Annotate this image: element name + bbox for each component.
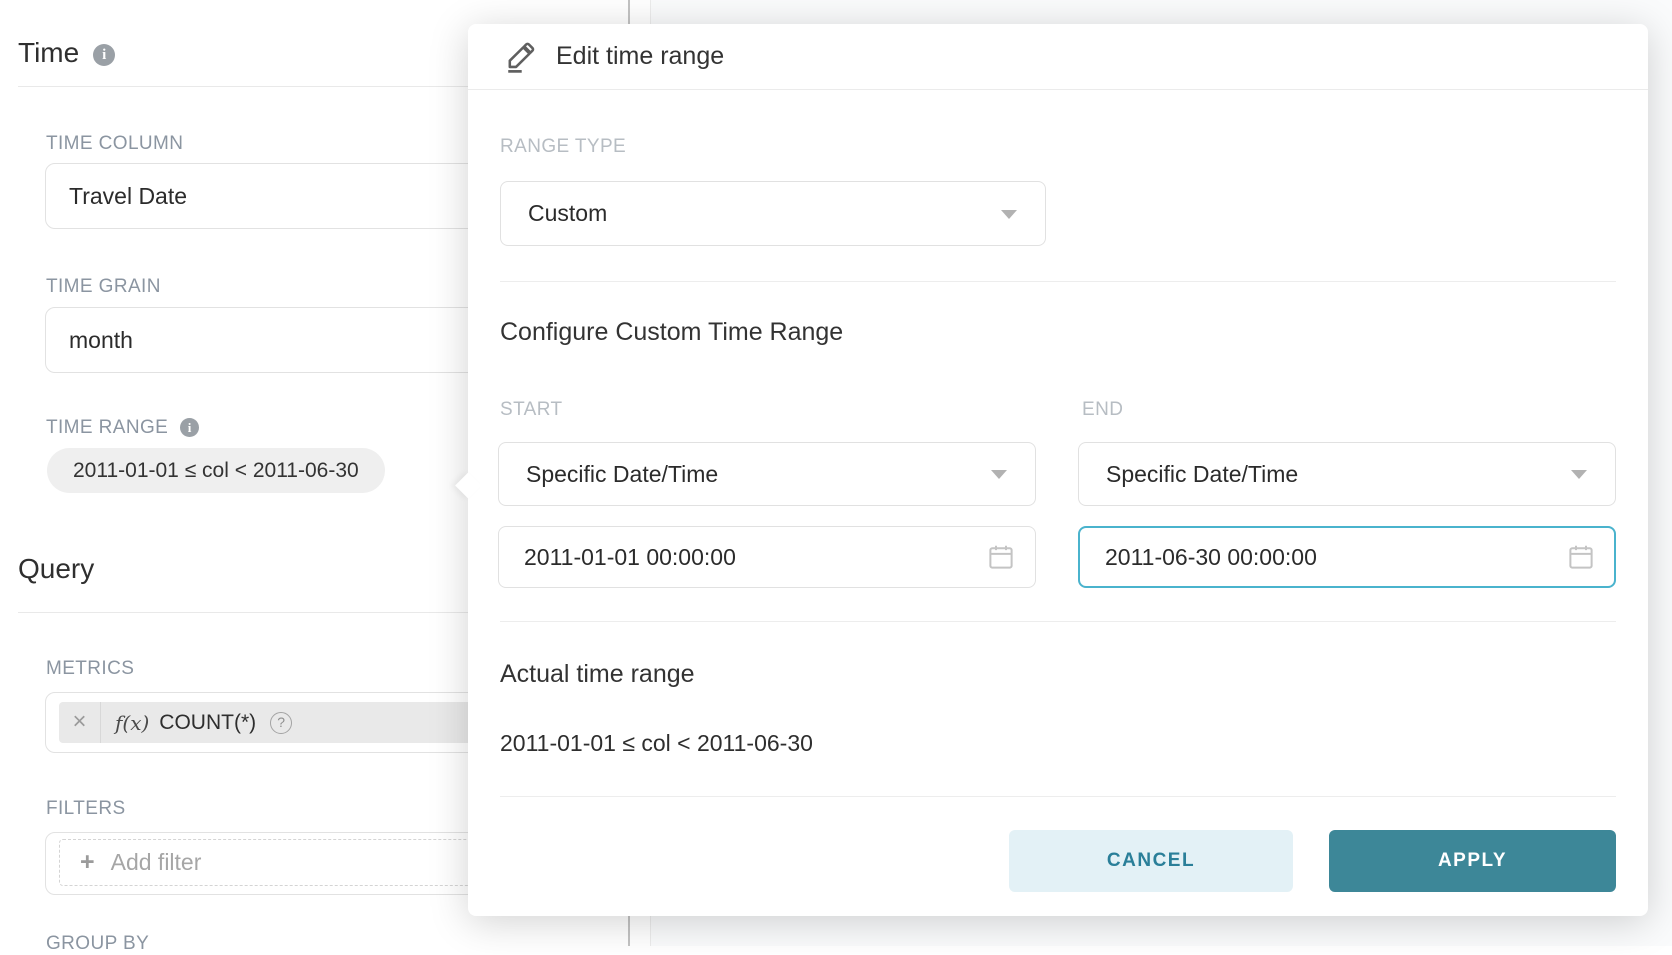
query-section-title: Query <box>18 553 94 585</box>
range-type-value: Custom <box>528 200 607 227</box>
chevron-down-icon <box>1571 470 1587 479</box>
end-type-select[interactable]: Specific Date/Time <box>1078 442 1616 506</box>
time-range-label-text: TIME RANGE <box>46 417 168 438</box>
configure-heading: Configure Custom Time Range <box>500 318 843 347</box>
help-icon[interactable]: ? <box>270 712 292 734</box>
actual-time-range-heading: Actual time range <box>500 660 695 689</box>
metric-name: COUNT(*) <box>159 711 256 735</box>
start-label: START <box>500 399 563 421</box>
cancel-button[interactable]: CANCEL <box>1009 830 1293 892</box>
chevron-down-icon <box>1001 210 1017 219</box>
popover-arrow <box>455 472 482 499</box>
time-range-pill-value: 2011-01-01 ≤ col < 2011-06-30 <box>73 459 359 483</box>
group-by-label: GROUP BY <box>46 933 149 955</box>
popover-header: Edit time range <box>468 24 1648 90</box>
end-datetime-field <box>1078 526 1616 588</box>
start-type-select[interactable]: Specific Date/Time <box>498 442 1036 506</box>
divider <box>500 281 1616 282</box>
filters-label: FILTERS <box>46 798 126 820</box>
info-icon[interactable]: i <box>93 44 115 66</box>
end-datetime-input[interactable] <box>1078 526 1616 588</box>
plus-icon: + <box>80 848 95 877</box>
start-datetime-field <box>498 526 1036 588</box>
end-label: END <box>1082 399 1123 421</box>
metrics-label: METRICS <box>46 658 134 680</box>
remove-metric-icon[interactable]: × <box>59 702 101 743</box>
edit-pencil-icon <box>504 40 538 74</box>
divider <box>500 621 1616 622</box>
start-datetime-input[interactable] <box>498 526 1036 588</box>
time-section-label: Time <box>18 37 79 68</box>
function-icon: f(x) <box>115 711 149 735</box>
divider <box>500 796 1616 797</box>
time-column-label: TIME COLUMN <box>46 133 183 155</box>
time-range-pill[interactable]: 2011-01-01 ≤ col < 2011-06-30 <box>47 448 385 493</box>
chevron-down-icon <box>991 470 1007 479</box>
time-column-value: Travel Date <box>69 183 187 210</box>
end-type-value: Specific Date/Time <box>1106 461 1298 488</box>
time-section-title: Timei <box>18 37 115 69</box>
range-type-label: RANGE TYPE <box>500 136 626 158</box>
edit-time-range-popover: Edit time range RANGE TYPE Custom Config… <box>468 24 1648 916</box>
range-type-select[interactable]: Custom <box>500 181 1046 246</box>
add-filter-label: Add filter <box>111 849 202 876</box>
time-grain-label: TIME GRAIN <box>46 276 161 298</box>
apply-button[interactable]: APPLY <box>1329 830 1616 892</box>
info-icon[interactable]: i <box>180 418 199 437</box>
actual-time-range-value: 2011-01-01 ≤ col < 2011-06-30 <box>500 730 813 757</box>
popover-title: Edit time range <box>556 42 724 71</box>
time-range-label: TIME RANGE i <box>46 417 199 439</box>
time-grain-value: month <box>69 327 133 354</box>
start-type-value: Specific Date/Time <box>526 461 718 488</box>
